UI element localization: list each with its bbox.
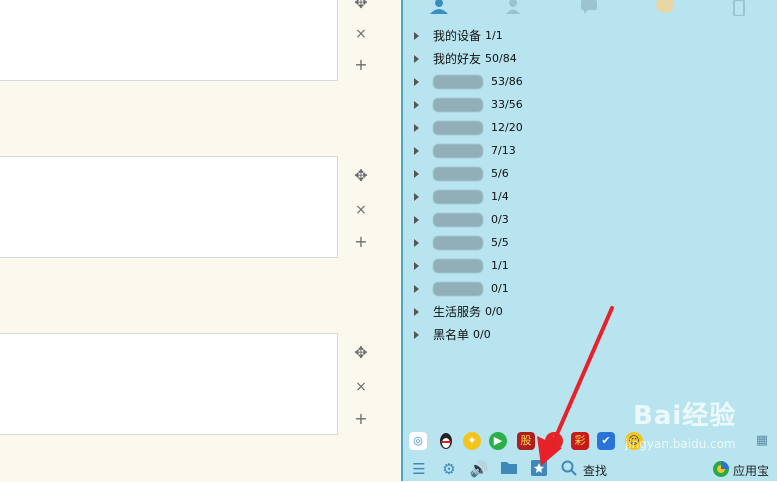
group-name-redacted [433, 235, 483, 250]
group-name: 我的好友 [433, 52, 482, 66]
group-online-count: 53/86 [491, 75, 523, 88]
add-icon[interactable]: + [350, 54, 372, 76]
expand-triangle-icon [414, 169, 419, 178]
sound-icon[interactable]: 🔊 [469, 460, 489, 478]
group-name-redacted [433, 143, 483, 158]
move-icon[interactable]: ✥ [350, 342, 372, 364]
expand-triangle-icon [414, 215, 419, 224]
search-button-label[interactable]: 查找 [583, 462, 607, 479]
group-online-count: 0/3 [491, 213, 509, 226]
content-panel-2[interactable] [0, 156, 338, 258]
video-play-icon[interactable]: ▶ [489, 432, 507, 450]
security-shield-icon[interactable]: ✔ [597, 432, 615, 450]
contact-group[interactable]: 我的好友 50/84 [411, 47, 771, 70]
contact-group[interactable]: 53/86 [411, 70, 771, 93]
content-panel-3[interactable] [0, 333, 338, 435]
group-online-count: 7/13 [491, 144, 516, 157]
bottom-toolbar: ☰ ⚙ 🔊 查找 应用宝 [403, 458, 777, 481]
group-online-count: 5/5 [491, 236, 509, 249]
group-online-count: 0/1 [491, 282, 509, 295]
search-icon[interactable] [559, 460, 579, 478]
expand-triangle-icon [414, 146, 419, 155]
group-name: 生活服务 [433, 305, 482, 319]
phone-tab-icon[interactable] [725, 0, 753, 17]
contacts-tab-icon[interactable] [425, 0, 453, 16]
contact-group[interactable]: 我的设备 1/1 [411, 24, 771, 47]
group-name-redacted [433, 97, 483, 112]
group-online-count: 12/20 [491, 121, 523, 134]
qq-main-panel: 我的设备 1/1 我的好友 50/84 53/86 33/56 12/20 7/13… [403, 0, 777, 481]
expand-triangle-icon [414, 31, 419, 40]
group-name-redacted [433, 74, 483, 89]
contact-group[interactable]: 生活服务 0/0 [411, 300, 771, 323]
contact-group[interactable]: 5/5 [411, 231, 771, 254]
contact-group[interactable]: 黑名单 0/0 [411, 323, 771, 346]
settings-gear-icon[interactable]: ⚙ [439, 460, 459, 478]
expand-triangle-icon [414, 123, 419, 132]
file-folder-icon[interactable] [499, 460, 519, 478]
contact-group[interactable]: 1/1 [411, 254, 771, 277]
group-name-redacted [433, 258, 483, 273]
group-name: 黑名单 [433, 328, 470, 342]
group-name: 我的设备 [433, 29, 482, 43]
contact-group[interactable]: 5/6 [411, 162, 771, 185]
group-online-count: 1/1 [485, 29, 503, 42]
content-panel-1[interactable] [0, 0, 338, 81]
contact-group[interactable]: 12/20 [411, 116, 771, 139]
contact-group[interactable]: 33/56 [411, 93, 771, 116]
add-icon[interactable]: + [350, 408, 372, 430]
expand-triangle-icon [414, 330, 419, 339]
expand-triangle-icon [414, 238, 419, 247]
close-icon[interactable]: × [350, 199, 372, 221]
expand-triangle-icon [414, 284, 419, 293]
expand-triangle-icon [414, 307, 419, 316]
stock-icon[interactable]: 股 [517, 432, 535, 450]
app-store-label[interactable]: 应用宝 [733, 462, 769, 479]
expand-triangle-icon [414, 100, 419, 109]
group-online-count: 1/4 [491, 190, 509, 203]
group-online-count: 5/6 [491, 167, 509, 180]
contact-group[interactable]: 0/3 [411, 208, 771, 231]
group-name-redacted [433, 189, 483, 204]
qzone-icon[interactable]: ◎ [409, 432, 427, 450]
group-online-count: 0/0 [485, 305, 503, 318]
wallet-icon[interactable]: ✦ [463, 432, 481, 450]
group-online-count: 33/56 [491, 98, 523, 111]
group-name-redacted [433, 120, 483, 135]
game-icon[interactable]: ☺ [625, 432, 643, 450]
messages-tab-icon[interactable] [575, 0, 603, 16]
group-online-count: 1/1 [491, 259, 509, 272]
expand-triangle-icon [414, 261, 419, 270]
move-icon[interactable]: ✥ [350, 0, 372, 14]
expand-triangle-icon [414, 192, 419, 201]
app-store-icon[interactable] [711, 460, 731, 478]
group-name-redacted [433, 166, 483, 181]
group-online-count: 50/84 [485, 52, 517, 65]
favorites-star-icon[interactable] [529, 460, 549, 478]
app-launcher-bar: ◎ ✦ ▶ 股 ♪ 彩 ✔ ☺ ▦ [403, 430, 777, 454]
contact-group-list: 我的设备 1/1 我的好友 50/84 53/86 33/56 12/20 7/13… [411, 24, 771, 346]
group-name-redacted [433, 212, 483, 227]
contact-group[interactable]: 1/4 [411, 185, 771, 208]
tab-bar [403, 0, 777, 20]
contact-group[interactable]: 0/1 [411, 277, 771, 300]
qq-penguin-icon[interactable] [437, 432, 455, 450]
close-icon[interactable]: × [350, 376, 372, 398]
contact-group[interactable]: 7/13 [411, 139, 771, 162]
lottery-icon[interactable]: 彩 [571, 432, 589, 450]
group-name-redacted [433, 281, 483, 296]
group-online-count: 0/0 [473, 328, 491, 341]
expand-triangle-icon [414, 77, 419, 86]
groups-tab-icon[interactable] [499, 0, 527, 16]
add-icon[interactable]: + [350, 231, 372, 253]
close-icon[interactable]: × [350, 23, 372, 45]
apps-tab-icon[interactable] [651, 0, 679, 16]
left-content-area: ✥ × + ✥ × + ✥ × + [0, 0, 401, 481]
music-icon[interactable]: ♪ [545, 432, 563, 450]
app-grid-icon[interactable]: ▦ [753, 432, 771, 450]
expand-triangle-icon [414, 54, 419, 63]
move-icon[interactable]: ✥ [350, 165, 372, 187]
main-menu-icon[interactable]: ☰ [409, 460, 429, 478]
